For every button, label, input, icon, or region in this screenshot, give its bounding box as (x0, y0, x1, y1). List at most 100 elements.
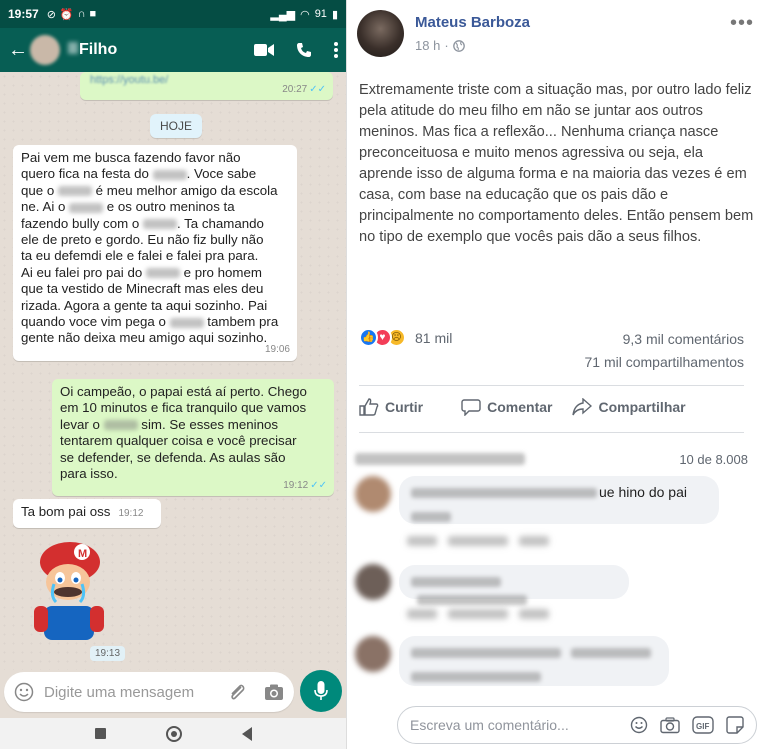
divider (359, 432, 744, 433)
previous-comments-link[interactable] (355, 453, 525, 465)
like-label: Curtir (385, 399, 424, 415)
comment-input-placeholder[interactable]: Escreva um comentário... (410, 717, 630, 733)
comment-time (519, 536, 550, 547)
message-line: Ai eu falei pro pai do e pro homem (21, 264, 262, 280)
composer-actions: GIF (630, 716, 744, 734)
status-right: ▂▄▆ ◠ 91 ▮ (270, 8, 338, 21)
link-message[interactable]: https://youtu.be/ 20:27 ✓✓ (80, 72, 333, 100)
message-line: que o é meu melhor amigo da escola (21, 182, 278, 198)
camera-icon[interactable] (660, 716, 680, 734)
commenter-name[interactable] (411, 576, 501, 587)
link-text[interactable]: https://youtu.be/ (90, 72, 168, 88)
back-nav-icon[interactable] (241, 726, 252, 741)
comment-reply-link[interactable] (448, 609, 509, 620)
redacted-name (57, 186, 92, 197)
signal-icon: ▂▄▆ (270, 8, 296, 21)
input-actions (228, 682, 284, 702)
redacted-name (69, 202, 104, 213)
message-line: levar o sim. Se esses meninos (60, 416, 279, 432)
message-line: ele de preto e gordo. Eu não fiz bully n… (21, 232, 264, 248)
share-label: Compartilhar (598, 399, 686, 415)
shares-count[interactable]: 71 mil compartilhamentos (584, 354, 744, 370)
attach-icon[interactable] (228, 682, 246, 702)
video-call-icon[interactable] (254, 43, 274, 57)
battery-icon: ▮ (331, 8, 338, 21)
post-meta: 18 h · (415, 38, 465, 53)
reactions-summary[interactable]: 👍 ♥ ☹ 81 mil (359, 328, 452, 347)
comment-label: Comentar (487, 399, 553, 415)
menu-dots-icon[interactable] (334, 42, 338, 58)
voice-call-icon[interactable] (296, 42, 312, 58)
comment-reply-link[interactable] (448, 536, 509, 547)
incoming-message[interactable]: Ta bom pai oss 19:12 (13, 499, 161, 529)
crying-mario-sticker[interactable]: M (30, 532, 110, 642)
chat-area[interactable]: https://youtu.be/ 20:27 ✓✓ HOJE Pai vem m… (0, 72, 346, 670)
comment-bubble[interactable] (399, 565, 629, 605)
post-options-icon[interactable]: ••• (730, 12, 754, 35)
post-time[interactable]: 18 h (415, 38, 440, 53)
comments-pagination: 10 de 8.008 (679, 452, 748, 467)
comment-bubble[interactable] (399, 636, 669, 686)
comments-count[interactable]: 9,3 mil comentários (623, 331, 744, 347)
comment-button[interactable]: Comentar (461, 398, 552, 416)
commenter-name[interactable] (411, 487, 597, 498)
message-time: 19:12 (118, 508, 144, 519)
comment-like-link[interactable] (407, 536, 437, 547)
android-nav-bar (0, 718, 346, 749)
commenter-avatar[interactable] (355, 564, 391, 600)
redacted-name (145, 268, 180, 279)
contact-avatar[interactable] (30, 35, 60, 65)
message-line: ne. Ai o e os outro meninos ta (21, 199, 235, 215)
message-line: quero fica na festa do . Voce sabe (21, 166, 257, 182)
svg-text:M: M (78, 548, 87, 560)
contact-name[interactable]: Filho (68, 41, 254, 59)
comment-actions[interactable] (407, 535, 550, 547)
emoji-icon[interactable] (630, 716, 648, 734)
comment-text-hidden (411, 671, 541, 682)
message-line: rizada. Agora a gente ta aqui sozinho. P… (21, 297, 268, 313)
comment-composer[interactable]: Escreva um comentário... GIF (397, 706, 757, 744)
comment-like-link[interactable] (407, 609, 437, 620)
gif-icon[interactable]: GIF (692, 716, 714, 734)
reactions-count[interactable]: 81 mil (415, 330, 452, 346)
sticker-icon[interactable] (726, 716, 744, 734)
outgoing-message[interactable]: Oi campeão, o papai está aí perto. Chego… (52, 379, 334, 497)
emoji-icon[interactable] (14, 682, 34, 702)
incoming-message[interactable]: Pai vem me busca fazendo favor não quero … (13, 145, 297, 361)
message-line: gente não deixa meu amigo aqui sozinho. (21, 330, 268, 346)
like-reaction-icon: 👍 (359, 328, 378, 347)
author-name[interactable]: Mateus Barboza (415, 14, 530, 31)
author-avatar[interactable] (357, 10, 404, 57)
android-status-bar: 19:57 ⊘ ⏰ ∩ ■ ▂▄▆ ◠ 91 ▮ (0, 0, 346, 28)
comment-bubble[interactable]: ue hino do pai (399, 476, 719, 524)
back-arrow-icon[interactable]: ← (8, 39, 28, 62)
home-icon[interactable] (165, 725, 182, 742)
share-button[interactable]: Compartilhar (572, 398, 686, 416)
message-line: fazendo bully com o . Ta chamando (21, 215, 264, 231)
battery-level: 91 (314, 8, 327, 20)
divider (359, 385, 744, 386)
message-text: Oi campeão, o papai está aí perto. Chego… (60, 384, 327, 482)
commenter-avatar[interactable] (355, 636, 391, 672)
camera-icon[interactable] (264, 684, 284, 701)
name-redaction (68, 42, 78, 54)
recents-icon[interactable] (94, 728, 106, 739)
headset-icon: ∩ (77, 7, 86, 20)
message-line: ta eu defemdi ele e falei e falei pra pa… (21, 248, 259, 264)
mic-button[interactable] (300, 670, 342, 712)
status-time: 19:57 (8, 7, 39, 21)
message-input[interactable]: Digite uma mensagem (4, 672, 294, 712)
comment-time (519, 609, 550, 620)
message-input-placeholder[interactable]: Digite uma mensagem (44, 684, 228, 701)
comment-actions[interactable] (407, 608, 550, 620)
message-line: tentarem qualquer coisa e você precisar (60, 433, 297, 449)
meta-separator: · (444, 38, 449, 53)
commenter-name[interactable] (411, 647, 561, 658)
commenter-avatar[interactable] (355, 476, 391, 512)
redacted-name (142, 219, 177, 230)
svg-text:GIF: GIF (696, 722, 709, 731)
thumbs-up-icon (359, 398, 379, 416)
like-button[interactable]: Curtir (359, 398, 423, 416)
share-icon (572, 398, 593, 416)
message-time: 19:06 (264, 344, 290, 356)
